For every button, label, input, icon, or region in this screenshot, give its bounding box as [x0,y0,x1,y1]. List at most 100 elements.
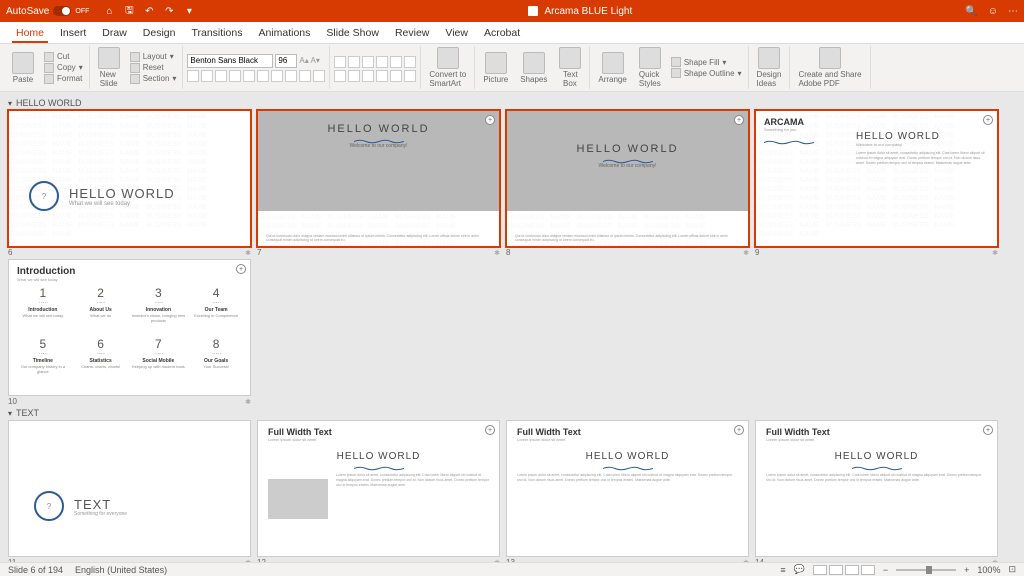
underline-button[interactable] [215,70,227,82]
highlight-button[interactable] [285,70,297,82]
copy-button[interactable]: Copy ▾ [42,63,85,73]
indent-right-button[interactable] [376,56,388,68]
slide-10[interactable]: + Introduction What we will see today 1⋯… [8,259,251,396]
numbering-button[interactable] [348,56,360,68]
adobe-button[interactable]: Create and Share Adobe PDF [794,46,865,89]
shapes-button[interactable]: Shapes [516,51,551,85]
slide-14[interactable]: + Full Width Text Lorem ipsum dolor sit … [755,420,998,557]
status-bar: Slide 6 of 194 English (United States) ≡… [0,562,1024,576]
undo-icon[interactable]: ↶ [143,5,155,17]
slide-12[interactable]: + Full Width Text Lorem ipsum dolor sit … [257,420,500,557]
user-icon[interactable]: ☺ [988,6,998,17]
shapefill-button[interactable]: Shape Fill ▾ [669,57,744,67]
smartart-button[interactable]: Convert to SmartArt [425,46,470,89]
reading-view-button[interactable] [845,565,859,575]
document-title: Arcama BLUE Light [195,6,965,17]
ribbon: Paste Cut Copy ▾ Format New Slide Layout… [0,44,1024,92]
strike-button[interactable] [229,70,241,82]
add-icon[interactable]: + [983,425,993,435]
vert-align-button[interactable] [404,70,416,82]
picture-button[interactable]: Picture [479,51,512,85]
add-icon[interactable]: + [485,425,495,435]
font-select[interactable] [187,54,273,68]
slide-6[interactable]: BUSINESS NAME BUSINESS NAME BUSINESS NAM… [8,110,251,247]
slide-7[interactable]: + HELLO WORLD Welcome to our company! BU… [257,110,500,247]
quickstyles-button[interactable]: Quick Styles [635,46,665,89]
italic-button[interactable] [201,70,213,82]
line-spacing-button[interactable] [390,56,402,68]
redo-icon[interactable]: ↷ [163,5,175,17]
slide-8[interactable]: + HELLO WORLD Welcome to our company! BU… [506,110,749,247]
zoom-out-button[interactable]: − [883,565,888,575]
direction-button[interactable] [404,56,416,68]
tab-acrobat[interactable]: Acrobat [476,22,528,43]
indent-left-button[interactable] [362,56,374,68]
home-icon[interactable]: ⌂ [103,5,115,17]
color-button[interactable] [299,70,311,82]
language[interactable]: English (United States) [75,565,167,575]
bullets-button[interactable] [334,56,346,68]
more-icon[interactable]: ▾ [183,5,195,17]
zoom-level[interactable]: 100% [977,565,1000,575]
options-icon[interactable]: ⋯ [1008,6,1018,17]
tab-draw[interactable]: Draw [94,22,135,43]
add-icon[interactable]: + [236,264,246,274]
slideshow-view-button[interactable] [861,565,875,575]
tab-view[interactable]: View [437,22,476,43]
align-center-button[interactable] [348,70,360,82]
slide-11[interactable]: ? TEXT Something for everyone [8,420,251,557]
case-button[interactable] [271,70,283,82]
slide-sorter[interactable]: ▾HELLO WORLD BUSINESS NAME BUSINESS NAME… [0,92,1024,562]
section-text[interactable]: ▾TEXT [8,408,1016,418]
ribbon-tabs: Home Insert Draw Design Transitions Anim… [0,22,1024,44]
section-button[interactable]: Section ▾ [128,74,179,84]
layout-button[interactable]: Layout ▾ [128,52,179,62]
title-bar: AutoSave OFF ⌂ 🖫 ↶ ↷ ▾ Arcama BLUE Light… [0,0,1024,22]
shadow-button[interactable] [243,70,255,82]
tab-slideshow[interactable]: Slide Show [318,22,387,43]
align-left-button[interactable] [334,70,346,82]
notes-button[interactable]: ≡ [780,565,785,575]
zoom-slider[interactable] [896,569,956,571]
tab-transitions[interactable]: Transitions [183,22,250,43]
normal-view-button[interactable] [813,565,827,575]
slide-9[interactable]: BUSINESS NAME BUSINESS NAME BUSINESS NAM… [755,110,998,247]
search-icon[interactable]: 🔍 [965,6,977,17]
designideas-button[interactable]: Design Ideas [753,46,786,89]
new-slide-button[interactable]: New Slide [94,46,124,89]
tab-design[interactable]: Design [135,22,184,43]
reset-button[interactable]: Reset [128,63,179,73]
cut-button[interactable]: Cut [42,52,85,62]
image-placeholder-icon: ? [34,491,64,521]
align-right-button[interactable] [362,70,374,82]
tab-animations[interactable]: Animations [250,22,318,43]
image-placeholder-icon: ? [29,181,59,211]
format-button[interactable]: Format [42,74,85,84]
arrange-button[interactable]: Arrange [594,51,630,85]
add-icon[interactable]: + [983,115,993,125]
spacing-button[interactable] [257,70,269,82]
font-size[interactable] [275,54,297,68]
paste-button[interactable]: Paste [8,51,38,85]
slide-counter[interactable]: Slide 6 of 194 [8,565,63,575]
tab-home[interactable]: Home [8,22,52,43]
doc-icon [528,6,538,16]
clear-button[interactable] [313,70,325,82]
bold-button[interactable] [187,70,199,82]
zoom-in-button[interactable]: + [964,565,969,575]
sorter-view-button[interactable] [829,565,843,575]
autosave-toggle[interactable]: AutoSave OFF [6,6,89,17]
tab-insert[interactable]: Insert [52,22,94,43]
textbox-button[interactable]: Text Box [555,46,585,89]
section-hello[interactable]: ▾HELLO WORLD [8,98,1016,108]
shapeoutline-button[interactable]: Shape Outline ▾ [669,68,744,78]
tab-review[interactable]: Review [387,22,437,43]
fit-button[interactable]: ⊡ [1008,564,1016,575]
comments-button[interactable]: 💬 [794,564,805,575]
justify-button[interactable] [376,70,388,82]
columns-button[interactable] [390,70,402,82]
save-icon[interactable]: 🖫 [123,5,135,17]
add-icon[interactable]: + [734,115,744,125]
slide-13[interactable]: + Full Width Text Lorem ipsum dolor sit … [506,420,749,557]
add-icon[interactable]: + [734,425,744,435]
